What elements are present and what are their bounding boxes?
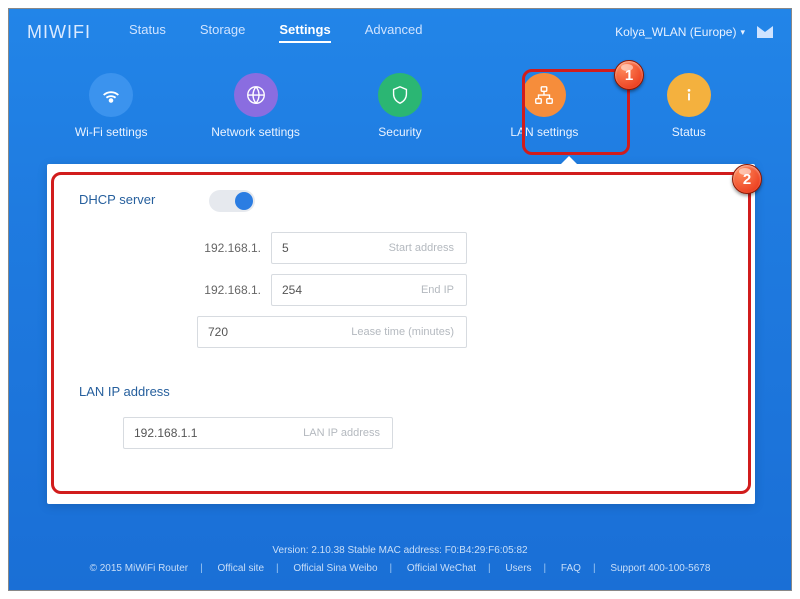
subnav-lan[interactable]: LAN settings: [489, 73, 599, 139]
settings-subnav: Wi-Fi settings Network settings Security…: [9, 55, 791, 161]
lease-input[interactable]: [198, 325, 242, 339]
nav-advanced[interactable]: Advanced: [365, 22, 423, 43]
account-name: Kolya_WLAN (Europe): [615, 25, 736, 39]
shield-icon: [378, 73, 422, 117]
subnav-network-label: Network settings: [211, 125, 300, 139]
lease-hint: Lease time (minutes): [242, 326, 466, 338]
end-ip-prefix: 192.168.1.: [197, 283, 261, 297]
end-ip-hint: End IP: [316, 284, 466, 296]
footer: Version: 2.10.38 Stable MAC address: F0:…: [9, 542, 791, 578]
subnav-security[interactable]: Security: [345, 73, 455, 139]
footer-link-users[interactable]: Users: [499, 563, 537, 574]
subnav-security-label: Security: [378, 125, 421, 139]
footer-link-faq[interactable]: FAQ: [555, 563, 587, 574]
subnav-status-label: Status: [672, 125, 706, 139]
subnav-lan-label: LAN settings: [510, 125, 578, 139]
lan-icon: [522, 73, 566, 117]
dhcp-section-title: DHCP server: [79, 192, 155, 207]
footer-link-weibo[interactable]: Official Sina Weibo: [287, 563, 383, 574]
logo: MIWIFI: [27, 22, 91, 43]
info-icon: [667, 73, 711, 117]
subnav-status[interactable]: Status: [634, 73, 744, 139]
start-ip-prefix: 192.168.1.: [197, 241, 261, 255]
annotation-badge-2: 2: [732, 164, 762, 194]
main-nav: Status Storage Settings Advanced: [129, 22, 423, 43]
globe-icon: [234, 73, 278, 117]
settings-panel: DHCP server 192.168.1. Start address 192…: [47, 164, 755, 504]
lan-ip-input[interactable]: [124, 426, 224, 440]
footer-link-site[interactable]: Offical site: [212, 563, 271, 574]
lan-ip-hint: LAN IP address: [224, 427, 392, 439]
chevron-down-icon: ▾: [740, 27, 745, 38]
footer-copyright: © 2015 MiWiFi Router: [84, 563, 195, 574]
start-ip-input[interactable]: [272, 241, 316, 255]
dhcp-toggle[interactable]: [209, 190, 255, 212]
account-menu[interactable]: Kolya_WLAN (Europe) ▾: [615, 25, 745, 39]
annotation-badge-1: 1: [614, 60, 644, 90]
footer-links: © 2015 MiWiFi Router| Offical site| Offi…: [9, 560, 791, 578]
nav-status[interactable]: Status: [129, 22, 166, 43]
wifi-icon: [89, 73, 133, 117]
start-ip-field[interactable]: Start address: [271, 232, 467, 264]
top-bar: MIWIFI Status Storage Settings Advanced …: [9, 9, 791, 55]
lease-field[interactable]: Lease time (minutes): [197, 316, 467, 348]
nav-storage[interactable]: Storage: [200, 22, 246, 43]
mail-icon[interactable]: [757, 26, 773, 38]
start-ip-hint: Start address: [316, 242, 466, 254]
footer-version: Version: 2.10.38 Stable MAC address: F0:…: [9, 542, 791, 560]
footer-link-wechat[interactable]: Official WeChat: [401, 563, 482, 574]
app-frame: MIWIFI Status Storage Settings Advanced …: [8, 8, 792, 591]
lan-section-title: LAN IP address: [79, 384, 729, 399]
subnav-wifi[interactable]: Wi-Fi settings: [56, 73, 166, 139]
end-ip-field[interactable]: End IP: [271, 274, 467, 306]
subnav-network[interactable]: Network settings: [201, 73, 311, 139]
subnav-wifi-label: Wi-Fi settings: [75, 125, 148, 139]
footer-link-support[interactable]: Support 400-100-5678: [604, 563, 716, 574]
nav-settings[interactable]: Settings: [279, 22, 330, 43]
lan-ip-field[interactable]: LAN IP address: [123, 417, 393, 449]
end-ip-input[interactable]: [272, 283, 316, 297]
